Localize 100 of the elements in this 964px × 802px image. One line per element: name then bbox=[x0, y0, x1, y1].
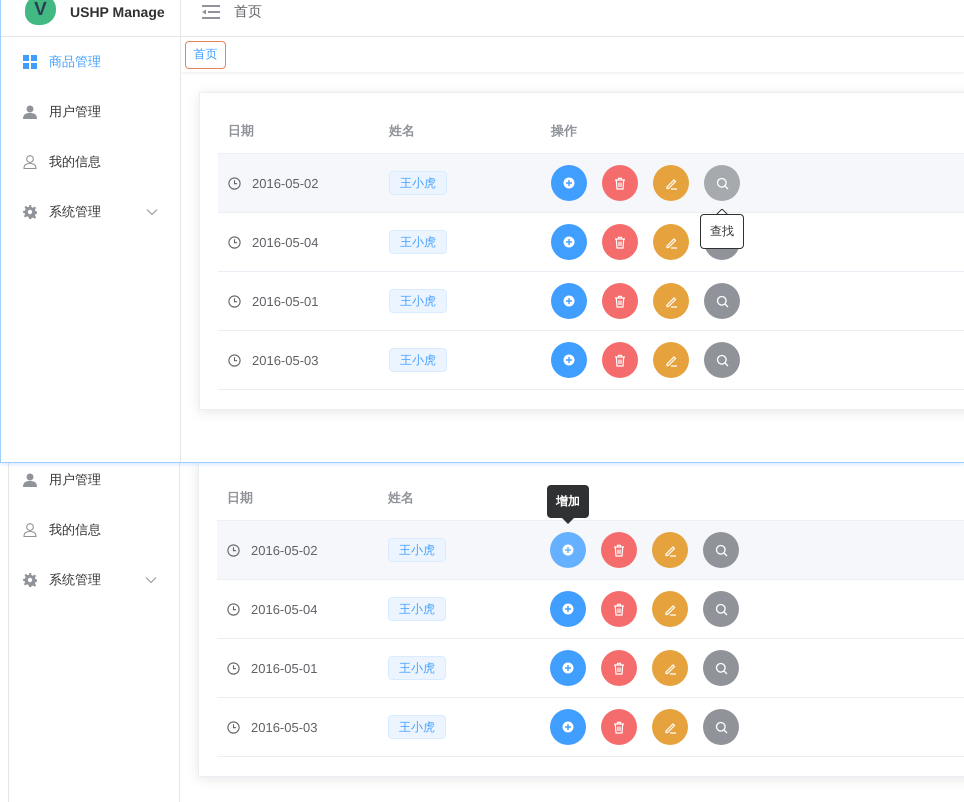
search-button[interactable] bbox=[703, 591, 739, 627]
column-header: 日期 bbox=[226, 489, 254, 507]
delete-button[interactable] bbox=[602, 283, 638, 319]
name-tag: 王小虎 bbox=[388, 597, 446, 621]
pencil-icon bbox=[664, 176, 678, 190]
date-text: 2016-05-01 bbox=[252, 294, 318, 308]
add-button[interactable] bbox=[550, 650, 586, 686]
edit-button[interactable] bbox=[653, 283, 689, 319]
search-icon bbox=[714, 720, 728, 734]
gear-icon bbox=[23, 573, 37, 587]
plus-circle-icon bbox=[563, 236, 575, 248]
edit-button[interactable] bbox=[652, 709, 688, 745]
logo: V bbox=[25, 0, 56, 25]
clock-icon bbox=[228, 354, 241, 366]
search-icon bbox=[716, 176, 728, 190]
menu-item[interactable]: 用户管理 bbox=[1, 87, 180, 137]
search-button[interactable] bbox=[703, 650, 739, 686]
search-button[interactable] bbox=[703, 709, 739, 745]
add-button[interactable] bbox=[551, 283, 587, 319]
plus-circle-icon bbox=[563, 354, 575, 366]
edit-button[interactable] bbox=[653, 224, 689, 260]
date-text: 2016-05-04 bbox=[252, 234, 318, 250]
column-header: 姓名 bbox=[388, 122, 416, 140]
plus-circle-icon bbox=[562, 544, 574, 556]
delete-button[interactable] bbox=[601, 591, 637, 627]
search-icon bbox=[714, 662, 728, 674]
clock-icon bbox=[227, 544, 240, 556]
pencil-icon bbox=[664, 294, 678, 308]
pencil-icon bbox=[664, 720, 676, 734]
date-text: 2016-05-02 bbox=[252, 176, 318, 190]
edit-button[interactable] bbox=[653, 342, 689, 378]
date-text: 2016-05-03 bbox=[252, 352, 318, 368]
menu-icon[interactable] bbox=[202, 5, 220, 19]
add-button[interactable] bbox=[550, 709, 586, 745]
user-icon bbox=[23, 155, 37, 169]
column-header: 操作 bbox=[550, 122, 578, 140]
clock-icon bbox=[227, 662, 240, 674]
delete-button[interactable] bbox=[601, 532, 637, 568]
trash-icon bbox=[614, 176, 626, 190]
pencil-icon bbox=[664, 662, 676, 674]
plus-circle-icon bbox=[563, 177, 575, 189]
delete-button[interactable] bbox=[602, 342, 638, 378]
edit-button[interactable] bbox=[652, 532, 688, 568]
search-icon bbox=[716, 354, 728, 366]
add-button[interactable] bbox=[551, 224, 587, 260]
plus-circle-icon bbox=[563, 295, 575, 307]
add-button[interactable] bbox=[551, 342, 587, 378]
clock-icon bbox=[228, 176, 241, 190]
pencil-icon bbox=[664, 544, 676, 556]
column-header: 姓名 bbox=[386, 489, 415, 507]
tooltip: 查找 bbox=[700, 209, 744, 249]
trash-icon bbox=[613, 662, 625, 674]
search-icon bbox=[714, 544, 728, 556]
trash-icon bbox=[614, 294, 626, 308]
menu-item[interactable]: 我的信息 bbox=[9, 505, 179, 555]
clock-icon bbox=[227, 720, 240, 734]
delete-button[interactable] bbox=[601, 709, 637, 745]
clock-icon bbox=[228, 236, 241, 248]
delete-button[interactable] bbox=[601, 650, 637, 686]
search-button[interactable] bbox=[704, 165, 740, 201]
delete-button[interactable] bbox=[602, 165, 638, 201]
name-tag: 王小虎 bbox=[388, 715, 446, 739]
pencil-icon bbox=[664, 354, 678, 366]
name-tag: 王小虎 bbox=[388, 656, 446, 680]
gear-icon bbox=[23, 205, 37, 219]
clock-icon bbox=[228, 294, 241, 308]
pointer-icon bbox=[562, 518, 574, 524]
edit-button[interactable] bbox=[652, 591, 688, 627]
search-button[interactable] bbox=[704, 283, 740, 319]
tooltip: 增加 bbox=[547, 485, 589, 524]
column-header: 日期 bbox=[227, 122, 255, 140]
name-tag: 王小虎 bbox=[389, 289, 447, 313]
add-button[interactable] bbox=[550, 591, 586, 627]
menu-item[interactable]: 我的信息 bbox=[1, 137, 180, 187]
date-text: 2016-05-03 bbox=[251, 720, 318, 734]
name-tag: 王小虎 bbox=[389, 171, 447, 195]
trash-icon bbox=[613, 720, 625, 734]
name-tag: 王小虎 bbox=[389, 230, 447, 254]
pencil-icon bbox=[664, 236, 678, 248]
edit-button[interactable] bbox=[653, 165, 689, 201]
user-icon bbox=[23, 105, 37, 119]
user-icon bbox=[23, 473, 37, 487]
menu-item[interactable]: 系统管理 bbox=[1, 187, 180, 237]
pencil-icon bbox=[664, 602, 676, 616]
menu-item[interactable]: 用户管理 bbox=[9, 463, 179, 505]
trash-icon bbox=[614, 236, 626, 248]
grid-icon bbox=[23, 55, 37, 69]
add-button[interactable] bbox=[550, 532, 586, 568]
add-button[interactable] bbox=[551, 165, 587, 201]
breadcrumb[interactable]: 首页 bbox=[234, 3, 262, 21]
trash-icon bbox=[613, 602, 625, 616]
date-text: 2016-05-01 bbox=[251, 660, 318, 676]
edit-button[interactable] bbox=[652, 650, 688, 686]
date-text: 2016-05-04 bbox=[251, 602, 318, 616]
search-button[interactable] bbox=[704, 342, 740, 378]
delete-button[interactable] bbox=[602, 224, 638, 260]
app-name: USHP Manage bbox=[70, 4, 165, 20]
search-button[interactable] bbox=[703, 532, 739, 568]
search-icon bbox=[714, 602, 728, 616]
menu-item[interactable]: 系统管理 bbox=[9, 555, 179, 605]
